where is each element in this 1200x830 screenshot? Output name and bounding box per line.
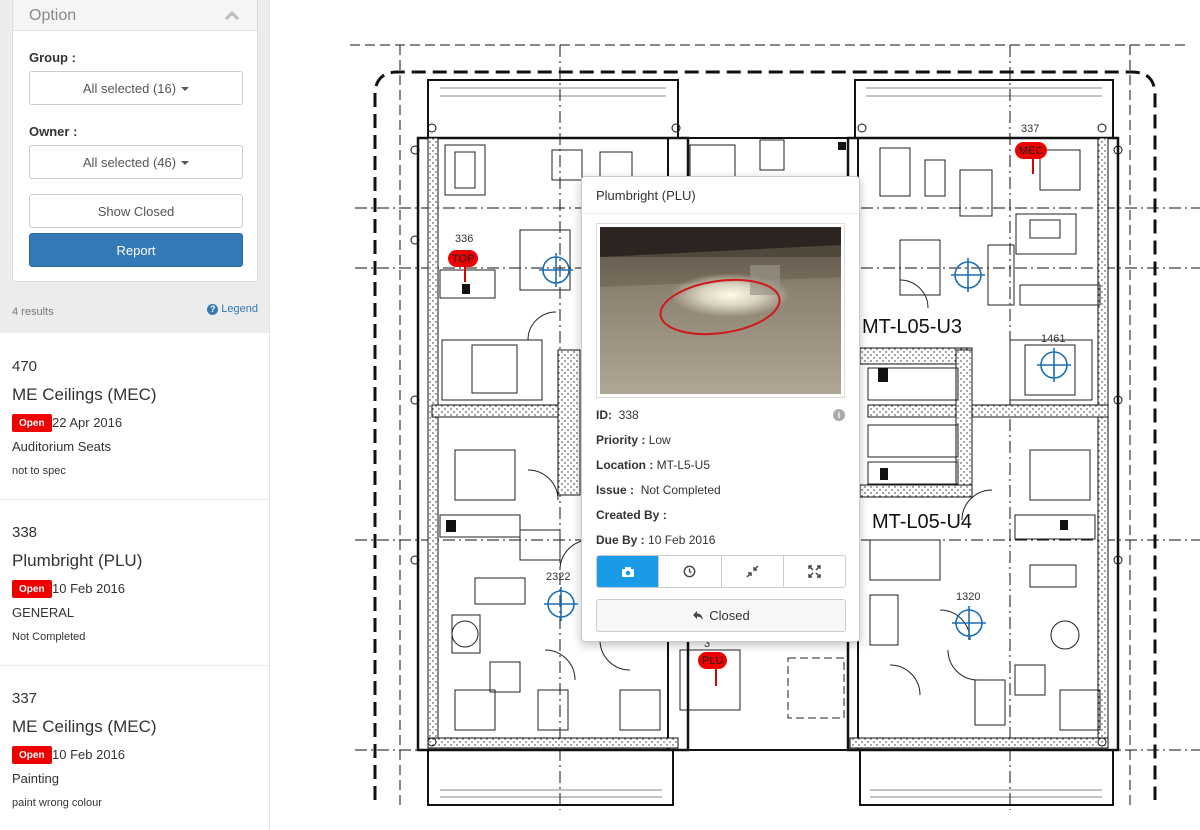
pin-number: 2322 xyxy=(546,571,571,583)
result-date: 10 Feb 2016 xyxy=(52,747,126,762)
popup-issue-row: Issue : Not Completed xyxy=(596,483,721,497)
expand-icon xyxy=(808,565,821,578)
popup-title: Plumbright (PLU) xyxy=(596,188,696,203)
result-item[interactable]: 338 Plumbright (PLU) Open 10 Feb 2016 GE… xyxy=(0,500,269,666)
legend-label: Legend xyxy=(221,303,258,315)
caret-down-icon xyxy=(181,87,190,91)
unit-label: MT-L05-U3 xyxy=(862,316,963,338)
result-category: Auditorium Seats xyxy=(12,439,111,454)
popup-created-label: Created By : xyxy=(596,508,667,522)
result-id: 470 xyxy=(12,358,38,375)
pin-stem xyxy=(1032,158,1034,174)
option-panel: Option Group : All selected (16) Owner :… xyxy=(12,0,258,282)
result-item[interactable]: 337 ME Ceilings (MEC) Open 10 Feb 2016 P… xyxy=(0,666,269,830)
result-date: 10 Feb 2016 xyxy=(52,581,126,596)
info-icon[interactable]: i xyxy=(833,409,845,421)
target-marker[interactable] xyxy=(544,587,578,621)
target-marker[interactable] xyxy=(951,258,985,292)
question-circle-icon: ? xyxy=(207,303,219,315)
tab-history[interactable] xyxy=(659,556,722,587)
pin-tag-label: TOP xyxy=(452,252,475,265)
result-id: 338 xyxy=(12,524,38,541)
option-header[interactable]: Option xyxy=(13,0,257,31)
report-button[interactable]: Report xyxy=(29,233,243,267)
pin-number: 336 xyxy=(455,233,474,245)
caret-down-icon xyxy=(181,161,190,165)
chevron-up-icon[interactable] xyxy=(223,7,241,25)
owner-select[interactable]: All selected (46) xyxy=(29,145,243,179)
clock-icon xyxy=(683,565,696,578)
reply-icon xyxy=(693,611,704,620)
popup-location-value: MT-L5-U5 xyxy=(656,458,711,472)
option-title: Option xyxy=(29,6,77,24)
pin-tag-label: MEC xyxy=(1019,144,1044,157)
pin-stem xyxy=(715,668,717,686)
popup-location-label: Location : xyxy=(596,458,654,472)
popup-id-value: 338 xyxy=(618,408,639,422)
show-closed-button[interactable]: Show Closed xyxy=(29,194,243,228)
popup-issue-value: Not Completed xyxy=(640,483,721,497)
unit-label: MT-L05-U4 xyxy=(872,511,973,533)
issue-popup: Plumbright (PLU) ID: 338 i Priority : Lo… xyxy=(581,176,860,642)
popup-id-label: ID: xyxy=(596,408,612,422)
sidebar: Option Group : All selected (16) Owner :… xyxy=(0,0,270,830)
compress-icon xyxy=(746,565,759,578)
popup-location-row: Location : MT-L5-U5 xyxy=(596,458,710,472)
target-marker[interactable] xyxy=(1037,348,1071,382)
issue-photo-image xyxy=(600,227,841,394)
popup-priority-row: Priority : Low xyxy=(596,433,671,447)
issue-pin-337[interactable]: MEC xyxy=(1015,142,1048,159)
issue-pin-338[interactable]: PLU xyxy=(698,652,728,669)
result-name: ME Ceilings (MEC) xyxy=(12,717,157,736)
popup-priority-value: Low xyxy=(648,433,671,447)
target-marker[interactable] xyxy=(539,253,573,287)
tab-photo[interactable] xyxy=(597,556,660,587)
closed-button[interactable]: Closed xyxy=(596,599,846,632)
show-closed-label: Show Closed xyxy=(97,203,175,219)
result-description: not to spec xyxy=(12,465,66,477)
status-badge: Open xyxy=(12,414,52,432)
pin-tag-label: PLU xyxy=(702,654,724,667)
result-description: paint wrong colour xyxy=(12,797,102,809)
popup-due-value: 10 Feb 2016 xyxy=(648,533,716,547)
result-description: Not Completed xyxy=(12,631,86,643)
group-select-value: All selected (16) xyxy=(82,80,177,96)
group-select[interactable]: All selected (16) xyxy=(29,71,243,105)
results-count: 4 results xyxy=(12,306,54,318)
target-marker[interactable] xyxy=(952,606,986,640)
result-id: 337 xyxy=(12,690,38,707)
camera-icon xyxy=(621,566,634,577)
tab-expand[interactable] xyxy=(783,556,845,587)
result-category: Painting xyxy=(12,771,59,786)
owner-select-value: All selected (46) xyxy=(82,154,177,170)
result-item[interactable]: 470 ME Ceilings (MEC) Open 22 Apr 2016 A… xyxy=(0,334,269,500)
result-name: ME Ceilings (MEC) xyxy=(12,385,157,404)
popup-tabs xyxy=(596,555,846,588)
popup-created-row: Created By : xyxy=(596,508,667,522)
issue-photo[interactable] xyxy=(596,223,845,398)
pin-stem xyxy=(464,266,466,282)
status-badge: Open xyxy=(12,746,52,764)
issue-pin-336[interactable]: TOP xyxy=(448,250,479,267)
status-badge: Open xyxy=(12,580,52,598)
result-category: GENERAL xyxy=(12,605,75,620)
pin-number: 1320 xyxy=(956,591,981,603)
divider xyxy=(582,213,859,214)
pin-number: 1461 xyxy=(1041,333,1066,345)
popup-due-label: Due By : xyxy=(596,533,645,547)
popup-issue-label: Issue : xyxy=(596,483,635,497)
closed-label: Closed xyxy=(709,608,750,623)
result-name: Plumbright (PLU) xyxy=(12,551,143,570)
popup-id-row: ID: 338 xyxy=(596,408,639,422)
result-date: 22 Apr 2016 xyxy=(52,415,123,430)
tab-compress[interactable] xyxy=(721,556,784,587)
popup-priority-label: Priority : xyxy=(596,433,646,447)
legend-link[interactable]: ? Legend xyxy=(207,303,258,315)
report-label: Report xyxy=(116,242,156,258)
owner-label: Owner : xyxy=(29,124,78,139)
group-label: Group : xyxy=(29,50,76,65)
popup-due-row: Due By : 10 Feb 2016 xyxy=(596,533,715,547)
pin-number: 337 xyxy=(1021,123,1040,135)
filter-zone: Option Group : All selected (16) Owner :… xyxy=(0,0,269,333)
